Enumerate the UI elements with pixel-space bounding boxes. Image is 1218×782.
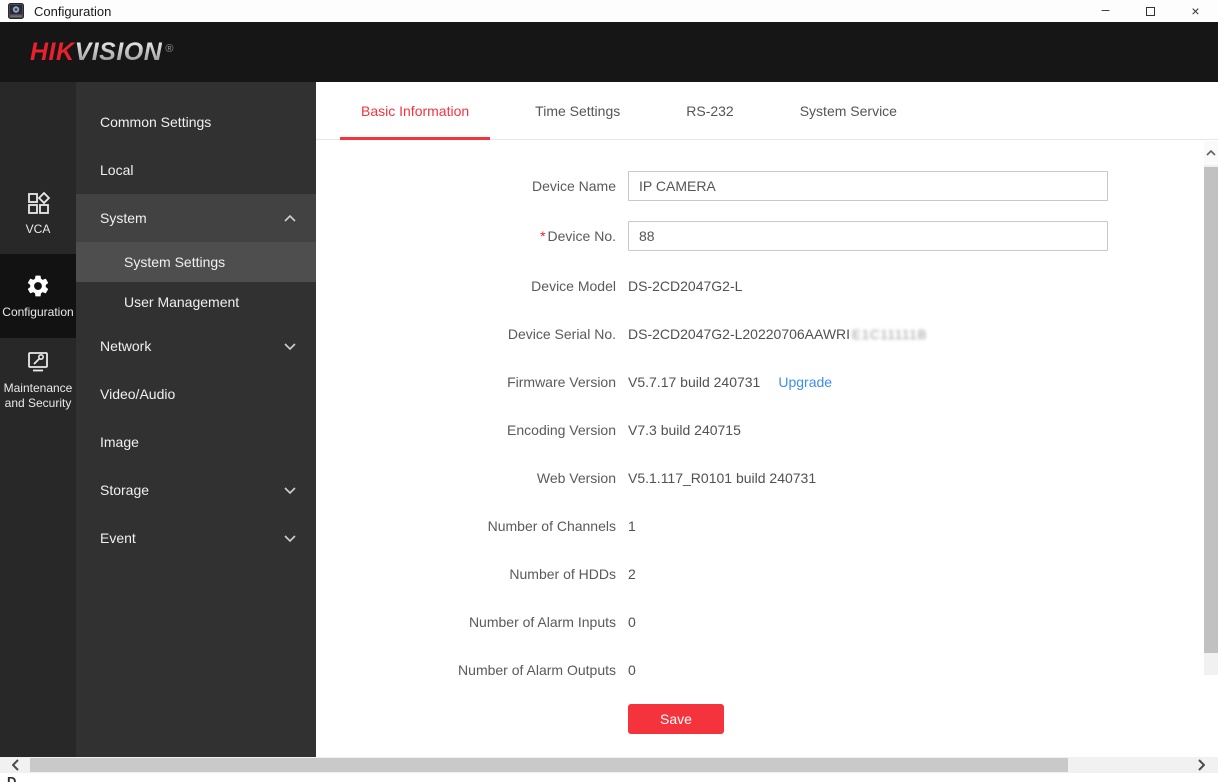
- window-title: Configuration: [34, 4, 111, 19]
- hikvision-logo: HIKVISION®: [30, 38, 174, 67]
- number-of-channels-value: 1: [628, 518, 636, 534]
- form-row-number-of-channels: Number of Channels 1: [316, 502, 1176, 550]
- sidebar-item-common-settings[interactable]: Common Settings: [76, 98, 316, 146]
- web-version-value: V5.1.117_R0101 build 240731: [628, 470, 816, 486]
- tab-basic-information[interactable]: Basic Information: [340, 82, 490, 140]
- form-row-device-model: Device Model DS-2CD2047G2-L: [316, 262, 1176, 310]
- horizontal-scrollbar-thumb[interactable]: [30, 758, 1068, 772]
- required-asterisk: *: [540, 228, 545, 244]
- nav-rail-label: Maintenance and Security: [4, 381, 73, 411]
- close-button[interactable]: ×: [1173, 0, 1218, 22]
- number-of-hdds-value: 2: [628, 566, 636, 582]
- sidebar-item-system-settings[interactable]: System Settings: [76, 242, 316, 282]
- chevron-right-icon: [1198, 759, 1205, 771]
- sidebar-item-storage[interactable]: Storage: [76, 466, 316, 514]
- app-window-icon: [8, 3, 24, 19]
- form-row-firmware-version: Firmware Version V5.7.17 build 240731 Up…: [316, 358, 1176, 406]
- form-row-web-version: Web Version V5.1.117_R0101 build 240731: [316, 454, 1176, 502]
- device-model-value: DS-2CD2047G2-L: [628, 278, 742, 294]
- maximize-button[interactable]: [1128, 0, 1173, 22]
- window-titlebar: Configuration – ×: [0, 0, 1218, 22]
- gear-icon: [25, 273, 51, 299]
- encoding-version-value: V7.3 build 240715: [628, 422, 741, 438]
- number-of-hdds-label: Number of HDDs: [316, 566, 616, 582]
- sidebar-item-image[interactable]: Image: [76, 418, 316, 466]
- device-no-input[interactable]: [628, 221, 1108, 251]
- scroll-up-button[interactable]: [1204, 141, 1218, 165]
- horizontal-scrollbar[interactable]: [0, 757, 1218, 773]
- nav-rail-item-vca[interactable]: VCA: [0, 182, 76, 244]
- device-name-label: Device Name: [316, 178, 616, 194]
- number-of-alarm-outputs-label: Number of Alarm Outputs: [316, 662, 616, 678]
- sidebar-item-user-management[interactable]: User Management: [76, 282, 316, 322]
- device-serial-value: DS-2CD2047G2-L20220706AAWRI: [628, 326, 850, 342]
- form-row-number-of-hdds: Number of HDDs 2: [316, 550, 1176, 598]
- device-no-label: *Device No.: [316, 228, 616, 244]
- clipped-bottom-text: D: [7, 774, 16, 782]
- firmware-version-value: V5.7.17 build 240731: [628, 374, 760, 390]
- vertical-scrollbar[interactable]: [1204, 141, 1218, 675]
- chevron-up-icon: [284, 215, 296, 222]
- firmware-version-label: Firmware Version: [316, 374, 616, 390]
- tab-time-settings[interactable]: Time Settings: [514, 82, 641, 140]
- chevron-down-icon: [284, 535, 296, 542]
- maintenance-wrench-icon: [25, 349, 51, 375]
- device-model-label: Device Model: [316, 278, 616, 294]
- number-of-alarm-inputs-value: 0: [628, 614, 636, 630]
- nav-rail-label: VCA: [26, 222, 51, 237]
- sidebar-item-video-audio[interactable]: Video/Audio: [76, 370, 316, 418]
- number-of-alarm-inputs-label: Number of Alarm Inputs: [316, 614, 616, 630]
- scroll-right-button[interactable]: [1188, 757, 1214, 773]
- sidebar-item-local[interactable]: Local: [76, 146, 316, 194]
- number-of-alarm-outputs-value: 0: [628, 662, 636, 678]
- chevron-down-icon: [284, 343, 296, 350]
- nav-rail: VCA Configuration Maintenance and Securi…: [0, 82, 76, 757]
- scroll-left-button[interactable]: [2, 757, 28, 773]
- form-row-encoding-version: Encoding Version V7.3 build 240715: [316, 406, 1176, 454]
- device-serial-label: Device Serial No.: [316, 326, 616, 342]
- sidebar-item-event[interactable]: Event: [76, 514, 316, 562]
- tabs-bar: Basic Information Time Settings RS-232 S…: [316, 82, 1218, 140]
- device-name-input[interactable]: [628, 171, 1108, 201]
- sidebar-item-system[interactable]: System: [76, 194, 316, 242]
- form-row-device-serial: Device Serial No. DS-2CD2047G2-L20220706…: [316, 310, 1176, 358]
- encoding-version-label: Encoding Version: [316, 422, 616, 438]
- form-row-device-name: Device Name: [316, 162, 1176, 210]
- form-row-number-of-alarm-inputs: Number of Alarm Inputs 0: [316, 598, 1176, 646]
- tab-system-service[interactable]: System Service: [779, 82, 918, 140]
- tab-rs-232[interactable]: RS-232: [665, 82, 754, 140]
- sidebar-item-network[interactable]: Network: [76, 322, 316, 370]
- number-of-channels-label: Number of Channels: [316, 518, 616, 534]
- form-row-device-no: *Device No.: [316, 212, 1176, 260]
- minimize-button[interactable]: –: [1083, 0, 1128, 22]
- chevron-up-icon: [1206, 150, 1216, 156]
- nav-rail-item-configuration[interactable]: Configuration: [0, 254, 76, 338]
- chevron-left-icon: [12, 759, 19, 771]
- nav-rail-label: Configuration: [2, 305, 73, 320]
- nav-rail-item-maintenance[interactable]: Maintenance and Security: [0, 344, 76, 416]
- vca-grid-icon: [25, 190, 51, 216]
- web-version-label: Web Version: [316, 470, 616, 486]
- chevron-down-icon: [284, 487, 296, 494]
- save-button[interactable]: Save: [628, 704, 724, 734]
- main-content: Basic Information Time Settings RS-232 S…: [316, 82, 1218, 757]
- upgrade-link[interactable]: Upgrade: [778, 374, 832, 390]
- vertical-scrollbar-thumb[interactable]: [1204, 167, 1218, 653]
- settings-sidebar: Common Settings Local System System Sett…: [76, 82, 316, 757]
- form-row-number-of-alarm-outputs: Number of Alarm Outputs 0: [316, 646, 1176, 694]
- device-serial-redacted: E1C11111B: [852, 327, 927, 342]
- brand-bar: HIKVISION®: [0, 22, 1218, 82]
